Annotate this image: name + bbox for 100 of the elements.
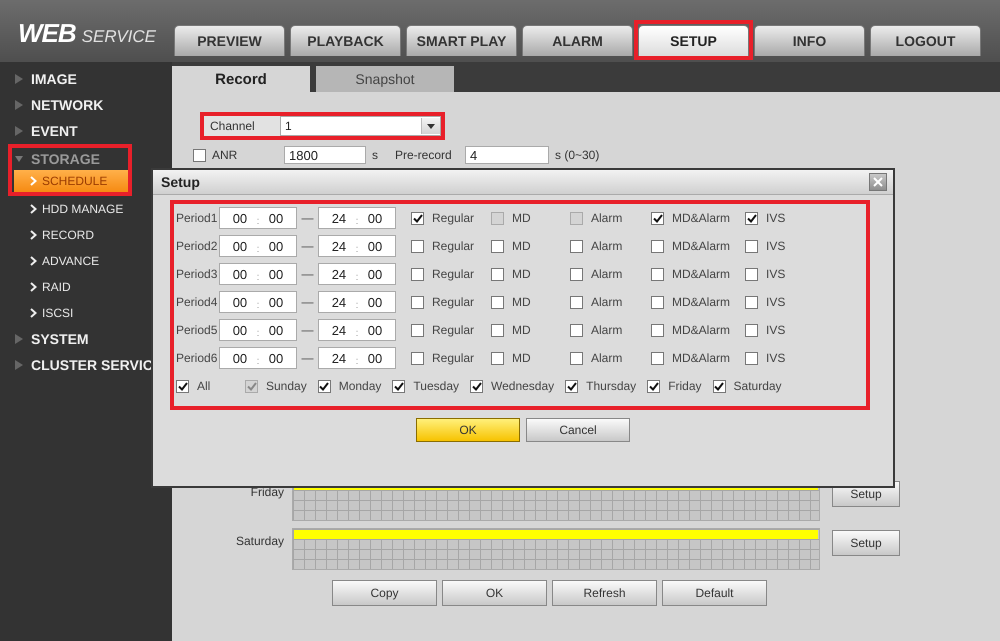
checkbox[interactable] <box>651 212 664 224</box>
checkbox[interactable] <box>392 380 406 392</box>
sidebar-item[interactable]: SYSTEM <box>0 326 172 352</box>
triangle-right-icon <box>15 74 23 84</box>
nav-tab[interactable]: PREVIEW <box>174 25 285 56</box>
checkbox[interactable] <box>491 296 504 308</box>
time-field[interactable]: 00 : 00 <box>219 347 297 369</box>
time-field[interactable]: 00 : 00 <box>219 207 297 229</box>
checkbox[interactable] <box>712 380 726 392</box>
day-label: Friday <box>250 485 284 499</box>
ok-button[interactable]: OK <box>416 418 520 442</box>
action-button[interactable]: Copy <box>332 580 437 606</box>
action-button[interactable]: OK <box>442 580 547 606</box>
checkbox[interactable] <box>651 324 664 336</box>
action-button[interactable]: Refresh <box>552 580 657 606</box>
chevron-right-icon <box>30 204 37 214</box>
checkbox[interactable] <box>745 296 758 308</box>
time-field[interactable]: 24 : 00 <box>318 263 396 285</box>
setup-button[interactable]: Setup <box>832 530 900 556</box>
nav-tab[interactable]: PLAYBACK <box>290 25 401 56</box>
checkbox[interactable] <box>651 296 664 308</box>
checkbox[interactable] <box>745 212 758 224</box>
checkbox[interactable] <box>565 380 578 392</box>
logo-text: WEB <box>18 18 76 49</box>
nav-tab[interactable]: INFO <box>754 25 865 56</box>
triangle-right-icon <box>15 334 23 344</box>
anr-input[interactable]: 1800 <box>284 146 366 164</box>
checkbox[interactable] <box>411 324 424 336</box>
range-dash: — <box>300 351 314 365</box>
checkbox[interactable] <box>651 240 664 252</box>
nav-tab[interactable]: SETUP <box>638 25 749 56</box>
action-button[interactable]: Default <box>662 580 767 606</box>
checkbox[interactable] <box>570 352 583 364</box>
sidebar-item[interactable]: CLUSTER SERVIC <box>0 352 172 378</box>
time-field[interactable]: 24 : 00 <box>318 319 396 341</box>
nav-tab[interactable]: ALARM <box>522 25 633 56</box>
time-field[interactable]: 24 : 00 <box>318 235 396 257</box>
chevron-right-icon <box>30 282 37 292</box>
checkbox[interactable] <box>570 268 583 280</box>
checkbox-label: MD&Alarm <box>672 351 730 365</box>
checkbox-label: IVS <box>766 211 786 225</box>
time-field[interactable]: 24 : 00 <box>318 207 396 229</box>
checkbox-label: Regular <box>432 211 474 225</box>
checkbox-label: MD <box>512 239 531 253</box>
checkbox-label: Alarm <box>591 239 622 253</box>
checkbox[interactable] <box>411 352 424 364</box>
day-label: Saturday <box>234 534 284 548</box>
sidebar-item[interactable]: STORAGE <box>12 148 128 170</box>
checkbox[interactable] <box>318 380 331 392</box>
time-field[interactable]: 00 : 00 <box>219 319 297 341</box>
checkbox[interactable] <box>745 240 758 252</box>
prerecord-input[interactable]: 4 <box>465 146 549 164</box>
channel-label: Channel <box>204 116 280 136</box>
range-dash: — <box>300 267 314 281</box>
checkbox[interactable] <box>647 380 660 392</box>
checkbox[interactable] <box>745 268 758 280</box>
close-button[interactable] <box>869 173 887 191</box>
checkbox[interactable] <box>745 324 758 336</box>
sidebar-subitem[interactable]: ISCSI <box>0 300 172 326</box>
checkbox[interactable] <box>745 352 758 364</box>
checkbox[interactable] <box>570 240 583 252</box>
time-field[interactable]: 00 : 00 <box>219 235 297 257</box>
checkbox[interactable] <box>470 380 483 392</box>
checkbox[interactable] <box>491 352 504 364</box>
time-field[interactable]: 00 : 00 <box>219 291 297 313</box>
checkbox[interactable] <box>570 296 583 308</box>
sidebar-item[interactable]: NETWORK <box>0 92 172 118</box>
checkbox[interactable] <box>411 240 424 252</box>
checkbox-label: IVS <box>766 267 786 281</box>
checkbox[interactable] <box>176 380 189 392</box>
sub-tab[interactable]: Snapshot <box>316 66 454 92</box>
checkbox[interactable] <box>491 324 504 336</box>
time-field[interactable]: 24 : 00 <box>318 291 396 313</box>
sidebar-item[interactable]: EVENT <box>0 118 172 144</box>
sidebar-subitem[interactable]: RAID <box>0 274 172 300</box>
time-field[interactable]: 24 : 00 <box>318 347 396 369</box>
channel-dropdown[interactable]: 1 <box>280 116 441 136</box>
sub-tab[interactable]: Record <box>172 66 310 92</box>
checkbox-label: IVS <box>766 239 786 253</box>
sidebar-subitem[interactable]: HDD MANAGE <box>0 196 172 222</box>
sidebar-subitem[interactable]: ADVANCE <box>0 248 172 274</box>
checkbox-label: Saturday <box>734 379 782 393</box>
checkbox[interactable] <box>411 296 424 308</box>
checkbox[interactable] <box>491 268 504 280</box>
checkbox[interactable] <box>491 240 504 252</box>
checkbox[interactable] <box>193 148 206 162</box>
nav-tab[interactable]: LOGOUT <box>870 25 981 56</box>
checkbox[interactable] <box>651 268 664 280</box>
nav-tab[interactable]: SMART PLAY <box>406 25 517 56</box>
checkbox[interactable] <box>411 268 424 280</box>
checkbox-label: Regular <box>432 351 474 365</box>
checkbox[interactable] <box>411 212 424 224</box>
checkbox[interactable] <box>651 352 664 364</box>
checkbox[interactable] <box>570 324 583 336</box>
sidebar-item[interactable]: IMAGE <box>0 66 172 92</box>
cancel-button[interactable]: Cancel <box>526 418 630 442</box>
checkbox-label: Alarm <box>591 323 622 337</box>
sidebar-subitem[interactable]: RECORD <box>0 222 172 248</box>
chevron-right-icon <box>30 308 37 318</box>
time-field[interactable]: 00 : 00 <box>219 263 297 285</box>
